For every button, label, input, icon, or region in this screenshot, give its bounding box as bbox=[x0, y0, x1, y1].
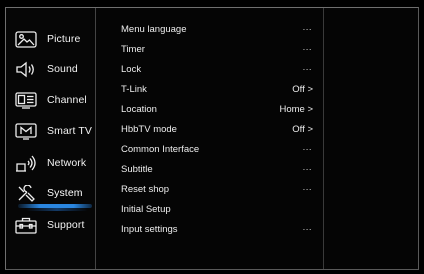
menu-item-label: Reset shop bbox=[121, 184, 170, 195]
speaker-icon bbox=[15, 61, 37, 78]
sidebar-item-smart-tv[interactable]: Smart TV bbox=[6, 116, 95, 147]
sidebar-item-label: Support bbox=[47, 219, 85, 231]
chevron-right-icon: > bbox=[307, 124, 313, 135]
menu-item-label: Initial Setup bbox=[121, 204, 171, 215]
sidebar-item-label: Sound bbox=[47, 63, 78, 75]
sidebar-item-label: Smart TV bbox=[47, 125, 92, 137]
submenu-ellipsis: ... bbox=[302, 62, 312, 73]
menu-item-reset-shop[interactable]: Reset shop ... bbox=[97, 181, 321, 201]
network-icon bbox=[15, 155, 37, 172]
submenu-ellipsis: ... bbox=[302, 22, 312, 33]
sidebar: Picture Sound Channel Smart TV Network S… bbox=[6, 8, 96, 269]
menu-item-value: Home > bbox=[279, 104, 313, 115]
toolbox-icon bbox=[15, 217, 37, 234]
menu-item-menu-language[interactable]: Menu language ... bbox=[97, 21, 321, 41]
submenu-ellipsis: ... bbox=[302, 162, 312, 173]
sidebar-item-channel[interactable]: Channel bbox=[6, 85, 95, 116]
menu-item-label: T-Link bbox=[121, 84, 147, 95]
sidebar-item-picture[interactable]: Picture bbox=[6, 24, 95, 55]
menu-item-label: HbbTV mode bbox=[121, 124, 177, 135]
detail-panel bbox=[324, 8, 418, 269]
menu-item-subtitle[interactable]: Subtitle ... bbox=[97, 161, 321, 181]
sidebar-item-label: Channel bbox=[47, 94, 87, 106]
menu-item-label: Menu language bbox=[121, 24, 187, 35]
menu-item-label: Subtitle bbox=[121, 164, 153, 175]
menu-item-label: Location bbox=[121, 104, 157, 115]
menu-item-label: Lock bbox=[121, 64, 142, 75]
menu-item-value: Off > bbox=[292, 124, 313, 135]
menu-item-label: Common Interface bbox=[121, 144, 200, 155]
menu-item-location[interactable]: Location Home > bbox=[97, 101, 321, 121]
menu-item-input-settings[interactable]: Input settings ... bbox=[97, 221, 321, 241]
selection-indicator bbox=[18, 204, 92, 211]
tv-screen: Picture Sound Channel Smart TV Network S… bbox=[0, 0, 424, 274]
tools-icon bbox=[15, 185, 37, 202]
menu-item-common-interface[interactable]: Common Interface ... bbox=[97, 141, 321, 161]
chevron-right-icon: > bbox=[307, 104, 313, 115]
sidebar-item-support[interactable]: Support bbox=[6, 210, 95, 241]
system-submenu: Menu language ... Timer ... Lock ... T-L… bbox=[97, 8, 323, 269]
sidebar-item-label: Network bbox=[47, 157, 87, 169]
smart-tv-icon bbox=[15, 123, 37, 140]
sidebar-item-sound[interactable]: Sound bbox=[6, 54, 95, 85]
menu-item-t-link[interactable]: T-Link Off > bbox=[97, 81, 321, 101]
menu-item-timer[interactable]: Timer ... bbox=[97, 41, 321, 61]
chevron-right-icon: > bbox=[307, 84, 313, 95]
submenu-ellipsis: ... bbox=[302, 222, 312, 233]
submenu-ellipsis: ... bbox=[302, 42, 312, 53]
settings-menu: Picture Sound Channel Smart TV Network S… bbox=[5, 7, 419, 270]
menu-item-value: Off > bbox=[292, 84, 313, 95]
picture-icon bbox=[15, 31, 37, 48]
channel-icon bbox=[15, 92, 37, 109]
sidebar-item-label: System bbox=[47, 187, 83, 199]
menu-item-lock[interactable]: Lock ... bbox=[97, 61, 321, 81]
menu-item-hbbtv-mode[interactable]: HbbTV mode Off > bbox=[97, 121, 321, 141]
submenu-ellipsis: ... bbox=[302, 182, 312, 193]
sidebar-item-network[interactable]: Network bbox=[6, 148, 95, 179]
menu-item-initial-setup[interactable]: Initial Setup bbox=[97, 201, 321, 221]
submenu-ellipsis: ... bbox=[302, 142, 312, 153]
sidebar-item-label: Picture bbox=[47, 33, 81, 45]
menu-item-label: Timer bbox=[121, 44, 145, 55]
menu-item-label: Input settings bbox=[121, 224, 178, 235]
